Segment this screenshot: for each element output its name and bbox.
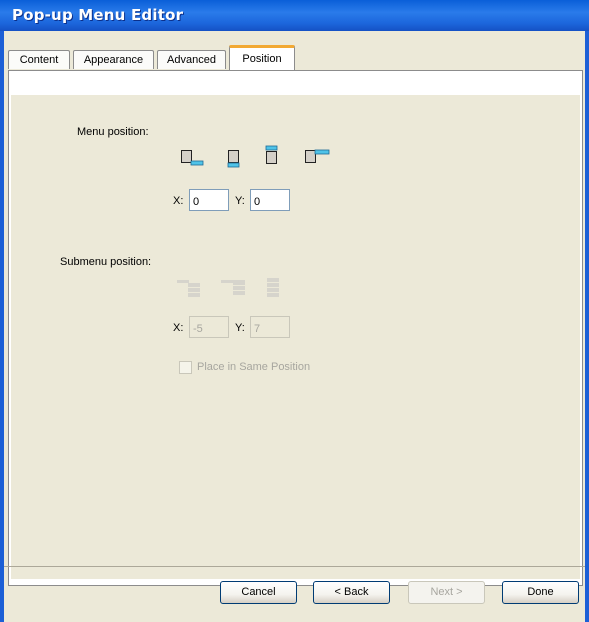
tab-content-label: Content — [19, 54, 59, 66]
submenu-top-right-icon — [177, 280, 200, 297]
next-button: Next > — [408, 581, 485, 604]
submenu-below-icon — [267, 278, 279, 297]
same-position-label: Place in Same Position — [197, 361, 311, 373]
done-button[interactable]: Done — [502, 581, 579, 604]
submenu-right-icon — [221, 280, 245, 295]
submenu-position-label: Submenu position: — [60, 256, 152, 268]
below-icon[interactable] — [225, 149, 243, 169]
menu-y-label: Y: — [235, 195, 245, 207]
tab-appearance-label: Appearance — [83, 54, 144, 66]
tab-appearance[interactable]: Appearance — [73, 50, 154, 69]
submenu-x-input — [189, 316, 229, 338]
above-icon[interactable] — [263, 145, 281, 167]
window-frame-right — [585, 31, 589, 622]
submenu-y-input — [250, 316, 290, 338]
menu-x-label: X: — [173, 195, 184, 207]
menu-position-label: Menu position: — [77, 126, 149, 138]
tab-advanced[interactable]: Advanced — [157, 50, 226, 69]
tab-position[interactable]: Position — [229, 45, 295, 70]
right-icon[interactable] — [303, 149, 331, 167]
window-title: Pop-up Menu Editor — [12, 6, 184, 24]
menu-y-input[interactable] — [250, 189, 290, 211]
tab-panel-body — [11, 95, 580, 579]
cancel-button[interactable]: Cancel — [220, 581, 297, 604]
title-bar[interactable]: Pop-up Menu Editor — [0, 0, 589, 31]
button-bar-separator — [4, 566, 585, 567]
tab-panel — [8, 70, 583, 586]
submenu-y-label: Y: — [235, 322, 245, 334]
window-frame-left — [0, 31, 4, 622]
tab-advanced-label: Advanced — [167, 54, 216, 66]
below-right-icon[interactable] — [179, 149, 205, 167]
tab-position-label: Position — [242, 53, 282, 65]
tab-content[interactable]: Content — [8, 50, 70, 69]
submenu-x-label: X: — [173, 322, 184, 334]
menu-x-input[interactable] — [189, 189, 229, 211]
same-position-checkbox — [179, 361, 192, 374]
back-button[interactable]: < Back — [313, 581, 390, 604]
